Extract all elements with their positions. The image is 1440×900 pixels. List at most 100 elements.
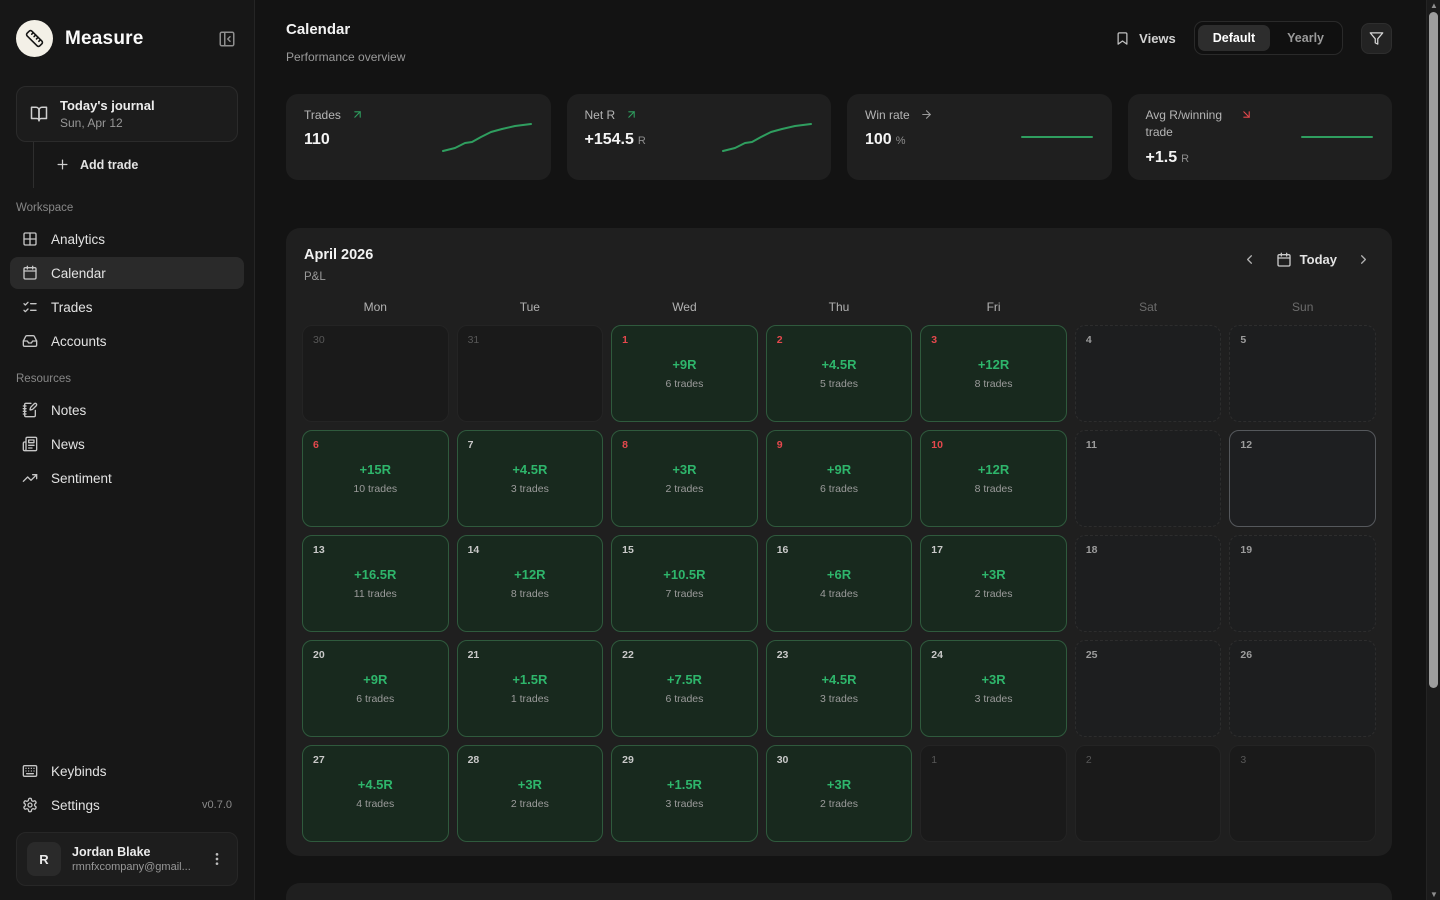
day-cell-24[interactable]: 24+3R3 trades (920, 640, 1067, 737)
day-cell-19[interactable]: 19 (1229, 535, 1376, 632)
day-cell-5[interactable]: 5 (1229, 325, 1376, 422)
calendar-month-label: April 2026 (304, 247, 373, 263)
day-cell-15[interactable]: 15+10.5R7 trades (611, 535, 758, 632)
views-label: Views (1139, 31, 1176, 46)
sidebar-item-label: Analytics (51, 232, 105, 247)
day-pnl-value: +1.5R (667, 777, 702, 792)
stat-value: +1.5R (1146, 149, 1253, 167)
day-cell-31[interactable]: 31 (457, 325, 604, 422)
scrollbar-thumb[interactable] (1429, 12, 1438, 688)
day-cell-23[interactable]: 23+4.5R3 trades (766, 640, 913, 737)
day-number: 11 (1086, 439, 1097, 451)
day-cell-30[interactable]: 30+3R2 trades (766, 745, 913, 842)
day-cell-4[interactable]: 4 (1075, 325, 1222, 422)
day-cell-22[interactable]: 22+7.5R6 trades (611, 640, 758, 737)
day-cell-26[interactable]: 26 (1229, 640, 1376, 737)
filter-button[interactable] (1361, 23, 1392, 54)
scrollbar[interactable]: ▲ ▼ (1426, 0, 1440, 900)
day-trade-count: 3 trades (820, 693, 858, 705)
today-button[interactable]: Today (1276, 252, 1337, 268)
sidebar-item-sentiment[interactable]: Sentiment (10, 462, 244, 494)
day-pnl-value: +1.5R (512, 672, 547, 687)
day-trade-count: 4 trades (820, 588, 858, 600)
sparkline-flat (1000, 116, 1096, 158)
day-cell-27[interactable]: 27+4.5R4 trades (302, 745, 449, 842)
day-cell-3[interactable]: 3 (1229, 745, 1376, 842)
day-cell-14[interactable]: 14+12R8 trades (457, 535, 604, 632)
day-cell-30[interactable]: 30 (302, 325, 449, 422)
view-option-default[interactable]: Default (1198, 25, 1270, 51)
sidebar-item-accounts[interactable]: Accounts (10, 325, 244, 357)
day-of-week-headers: MonTueWedThuFriSatSun (302, 300, 1376, 314)
avatar: R (27, 842, 61, 876)
sidebar-item-notes[interactable]: Notes (10, 394, 244, 426)
day-cell-12-today[interactable]: 12 (1229, 430, 1376, 527)
day-cell-3[interactable]: 3+12R8 trades (920, 325, 1067, 422)
day-pnl-value: +6R (827, 567, 851, 582)
day-trade-count: 3 trades (975, 693, 1013, 705)
dow-fri: Fri (920, 300, 1067, 314)
scroll-down-icon[interactable]: ▼ (1427, 890, 1440, 899)
day-cell-17[interactable]: 17+3R2 trades (920, 535, 1067, 632)
scroll-up-icon[interactable]: ▲ (1427, 1, 1440, 10)
user-name: Jordan Blake (72, 845, 196, 859)
sidebar-item-label: Calendar (51, 266, 106, 281)
day-pnl-value: +4.5R (821, 672, 856, 687)
day-cell-10[interactable]: 10+12R8 trades (920, 430, 1067, 527)
app-version: v0.7.0 (202, 799, 232, 811)
keybinds-button[interactable]: Keybinds (10, 754, 244, 788)
user-card[interactable]: R Jordan Blake rmnfxcompany@gmail... (16, 832, 238, 886)
day-number: 30 (313, 334, 325, 346)
stat-value: 110 (304, 131, 364, 149)
keybinds-label: Keybinds (51, 764, 107, 779)
next-month-button[interactable] (1353, 249, 1374, 270)
day-trade-count: 3 trades (511, 483, 549, 495)
prev-month-button[interactable] (1239, 249, 1260, 270)
sidebar-item-news[interactable]: News (10, 428, 244, 460)
day-cell-29[interactable]: 29+1.5R3 trades (611, 745, 758, 842)
arrow-down-right-icon (1240, 108, 1253, 121)
view-toggle: DefaultYearly (1194, 21, 1343, 55)
user-menu-dots-icon[interactable] (207, 849, 227, 869)
sidebar-item-analytics[interactable]: Analytics (10, 223, 244, 255)
day-cell-28[interactable]: 28+3R2 trades (457, 745, 604, 842)
day-cell-2[interactable]: 2 (1075, 745, 1222, 842)
settings-button[interactable]: Settings v0.7.0 (10, 788, 244, 822)
day-cell-1[interactable]: 1 (920, 745, 1067, 842)
stat-card-trades: Trades110 (286, 94, 551, 180)
day-cell-21[interactable]: 21+1.5R1 trades (457, 640, 604, 737)
day-pnl-value: +4.5R (821, 357, 856, 372)
dow-tue: Tue (457, 300, 604, 314)
day-cell-1[interactable]: 1+9R6 trades (611, 325, 758, 422)
sidebar-item-calendar[interactable]: Calendar (10, 257, 244, 289)
day-pnl-value: +3R (981, 567, 1005, 582)
todays-journal-card[interactable]: Today's journal Sun, Apr 12 (16, 86, 238, 142)
day-cell-20[interactable]: 20+9R6 trades (302, 640, 449, 737)
views-button[interactable]: Views (1115, 31, 1176, 46)
day-pnl-value: +9R (363, 672, 387, 687)
add-trade-button[interactable]: Add trade (55, 157, 238, 172)
sidebar-item-label: Sentiment (51, 471, 112, 486)
day-cell-18[interactable]: 18 (1075, 535, 1222, 632)
day-cell-6[interactable]: 6+15R10 trades (302, 430, 449, 527)
day-cell-2[interactable]: 2+4.5R5 trades (766, 325, 913, 422)
day-cell-11[interactable]: 11 (1075, 430, 1222, 527)
day-trade-count: 2 trades (511, 798, 549, 810)
day-cell-25[interactable]: 25 (1075, 640, 1222, 737)
day-trade-count: 8 trades (511, 588, 549, 600)
sidebar-item-trades[interactable]: Trades (10, 291, 244, 323)
day-number: 1 (622, 334, 628, 346)
day-pnl-value: +3R (981, 672, 1005, 687)
day-pnl-value: +12R (514, 567, 545, 582)
bookmark-icon (1115, 31, 1130, 46)
sidebar-collapse-icon[interactable] (216, 28, 238, 50)
view-option-yearly[interactable]: Yearly (1272, 25, 1339, 51)
day-pnl-value: +15R (360, 462, 391, 477)
next-section-panel (286, 883, 1392, 900)
day-cell-9[interactable]: 9+9R6 trades (766, 430, 913, 527)
stat-card-net-r: Net R+154.5R (567, 94, 832, 180)
day-cell-7[interactable]: 7+4.5R3 trades (457, 430, 604, 527)
day-cell-8[interactable]: 8+3R2 trades (611, 430, 758, 527)
day-cell-16[interactable]: 16+6R4 trades (766, 535, 913, 632)
day-cell-13[interactable]: 13+16.5R11 trades (302, 535, 449, 632)
